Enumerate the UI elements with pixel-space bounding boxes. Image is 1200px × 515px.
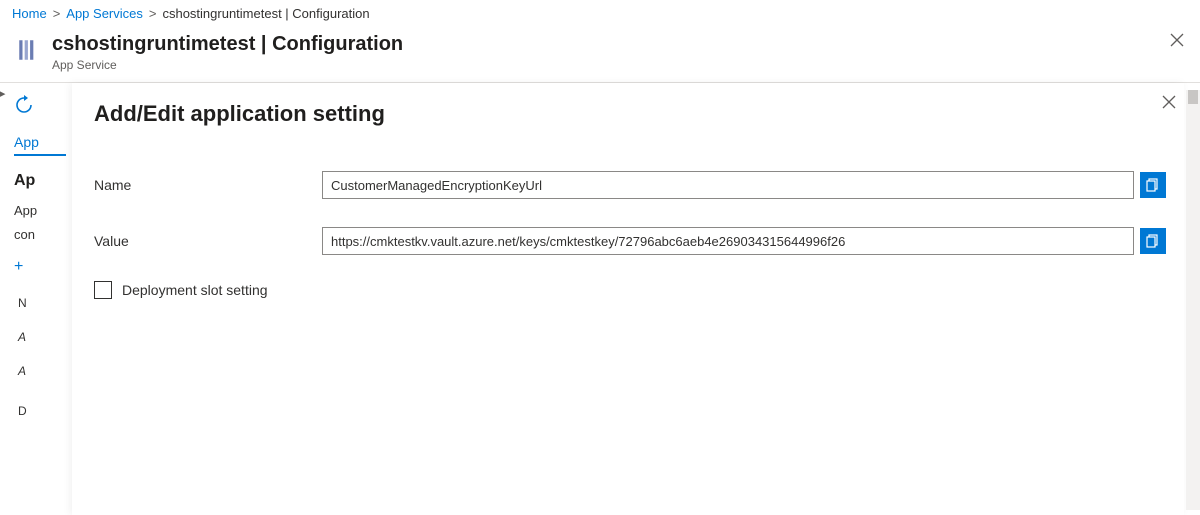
scrollbar-thumb[interactable]	[1188, 90, 1198, 104]
chevron-right-icon: >	[53, 6, 61, 21]
nav-heading: Ap	[0, 156, 72, 196]
copy-value-button[interactable]	[1140, 228, 1166, 254]
copy-icon	[1146, 178, 1160, 192]
refresh-icon[interactable]	[14, 95, 34, 115]
deployment-slot-checkbox[interactable]	[94, 281, 112, 299]
column-header-name: N	[0, 276, 72, 310]
table-row[interactable]: D	[0, 378, 72, 418]
deployment-slot-label: Deployment slot setting	[122, 282, 268, 298]
close-icon[interactable]	[1170, 33, 1184, 52]
caret-right-icon[interactable]: ▶	[0, 87, 5, 100]
form-row-value: Value	[94, 227, 1166, 255]
breadcrumb: Home > App Services > cshostingruntimete…	[0, 0, 1200, 27]
breadcrumb-home[interactable]: Home	[12, 6, 47, 21]
copy-name-button[interactable]	[1140, 172, 1166, 198]
breadcrumb-app-services[interactable]: App Services	[66, 6, 143, 21]
add-edit-setting-panel: Add/Edit application setting Name Value	[72, 83, 1184, 515]
form-row-name: Name	[94, 171, 1166, 199]
page-subtitle: App Service	[52, 58, 403, 72]
chevron-right-icon: >	[149, 6, 157, 21]
close-icon[interactable]	[1162, 95, 1176, 114]
tab-application-settings[interactable]: App	[0, 126, 72, 156]
name-label: Name	[94, 177, 322, 193]
breadcrumb-current: cshostingruntimetest | Configuration	[162, 6, 369, 21]
panel-title: Add/Edit application setting	[94, 101, 1166, 127]
appservice-icon	[16, 37, 42, 63]
table-row[interactable]: A	[0, 344, 72, 378]
left-nav: ▶ App Ap App con + N A A D	[0, 83, 72, 515]
scrollbar[interactable]	[1186, 90, 1200, 510]
nav-text-line2: con	[0, 220, 72, 244]
table-row[interactable]: A	[0, 310, 72, 344]
page-header: cshostingruntimetest | Configuration App…	[0, 27, 1200, 82]
deployment-slot-row: Deployment slot setting	[94, 281, 1166, 299]
page-title: cshostingruntimetest | Configuration	[52, 33, 403, 56]
add-setting-button[interactable]: +	[0, 244, 72, 276]
content-area: ▶ App Ap App con + N A A D Add/Edit appl…	[0, 82, 1200, 515]
value-label: Value	[94, 233, 322, 249]
value-field[interactable]	[322, 227, 1134, 255]
copy-icon	[1146, 234, 1160, 248]
name-field[interactable]	[322, 171, 1134, 199]
nav-text-line1: App	[0, 196, 72, 220]
